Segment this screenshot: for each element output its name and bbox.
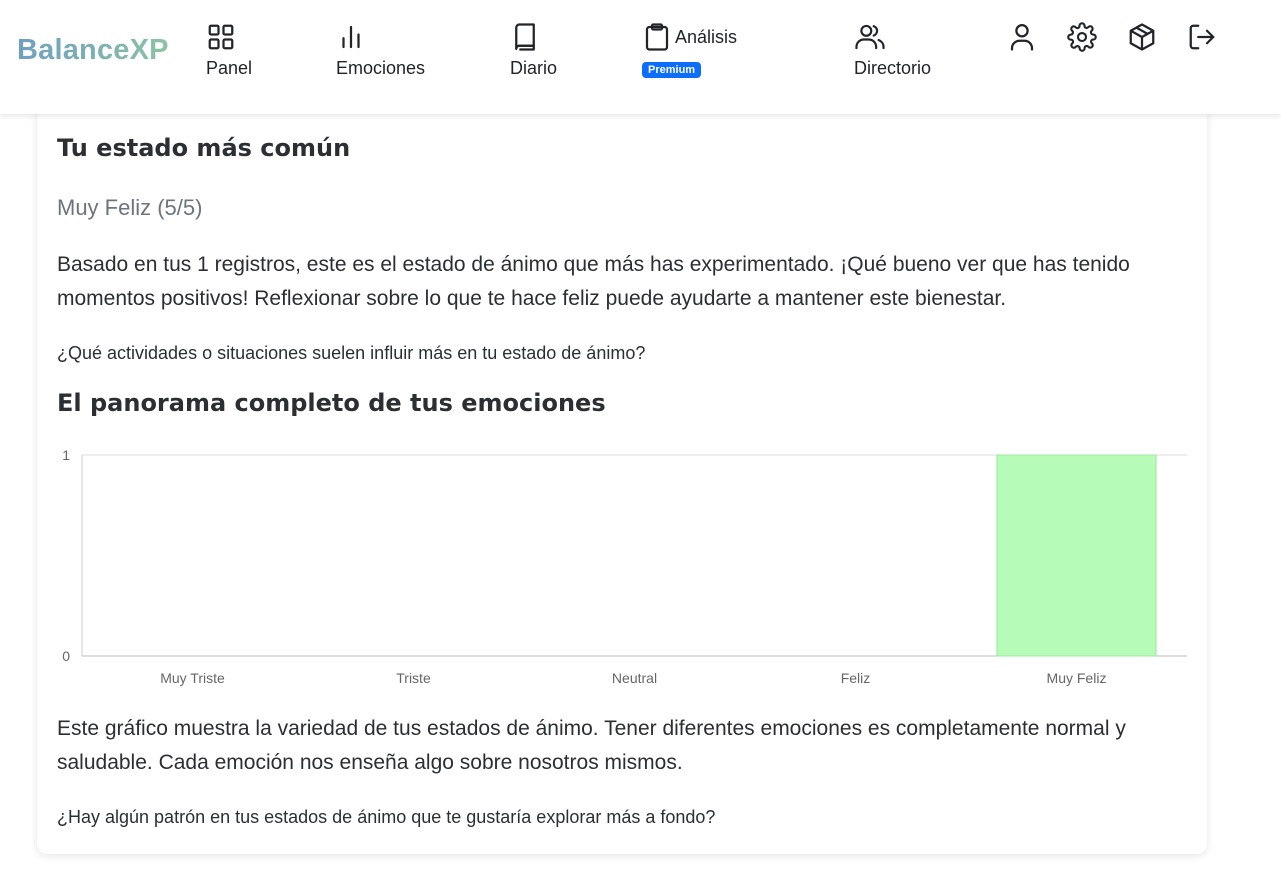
nav-directorio-label: Directorio: [854, 58, 932, 78]
gear-icon[interactable]: [1067, 22, 1097, 52]
logout-icon[interactable]: [1187, 22, 1217, 52]
bar-chart-icon: [336, 22, 425, 52]
grid-icon: [206, 22, 252, 52]
brand-logo[interactable]: BalanceXP: [17, 34, 169, 67]
common-state-question: ¿Qué actividades o situaciones suelen in…: [57, 343, 646, 363]
mood-distribution-chart: 0 1 Muy Triste Triste Neutral Feliz Muy Feliz: [62, 447, 1187, 686]
overview-heading: El panorama completo de tus emociones: [57, 389, 606, 417]
nav-emociones[interactable]: Emociones: [336, 22, 425, 79]
common-state-value: Muy Feliz (5/5): [57, 195, 203, 220]
x-tick-label: Neutral: [612, 670, 657, 686]
bar-muy-feliz: [996, 454, 1157, 657]
overview-description: Este gráfico muestra la variedad de tus …: [57, 717, 1126, 774]
nav-emociones-label: Emociones: [336, 58, 426, 78]
nav-panel[interactable]: Panel: [206, 22, 252, 79]
x-tick-label: Feliz: [841, 670, 871, 686]
box-icon[interactable]: [1127, 22, 1157, 52]
x-tick-label: Muy Feliz: [1047, 670, 1107, 686]
nav-panel-label: Panel: [206, 58, 253, 78]
nav-diario[interactable]: Diario: [510, 22, 557, 79]
user-icon[interactable]: [1007, 22, 1037, 52]
y-tick-label: 0: [62, 648, 70, 664]
top-navbar: BalanceXP Panel Emociones Diario Análisi…: [0, 0, 1281, 114]
book-icon: [510, 22, 557, 52]
nav-analisis[interactable]: Análisis Premium: [642, 22, 738, 78]
nav-directorio[interactable]: Directorio: [854, 22, 931, 79]
users-icon: [854, 22, 931, 52]
x-tick-label: Muy Triste: [160, 670, 225, 686]
nav-diario-label: Diario: [510, 58, 558, 78]
common-state-description: Basado en tus 1 registros, este es el es…: [57, 253, 1130, 310]
y-tick-label: 1: [62, 447, 70, 463]
overview-question: ¿Hay algún patrón en tus estados de ánim…: [57, 807, 716, 827]
clipboard-icon: [644, 22, 670, 52]
x-tick-label: Triste: [396, 670, 431, 686]
common-state-heading: Tu estado más común: [57, 134, 351, 162]
nav-analisis-label: Análisis: [675, 26, 738, 47]
premium-badge: Premium: [642, 62, 702, 78]
